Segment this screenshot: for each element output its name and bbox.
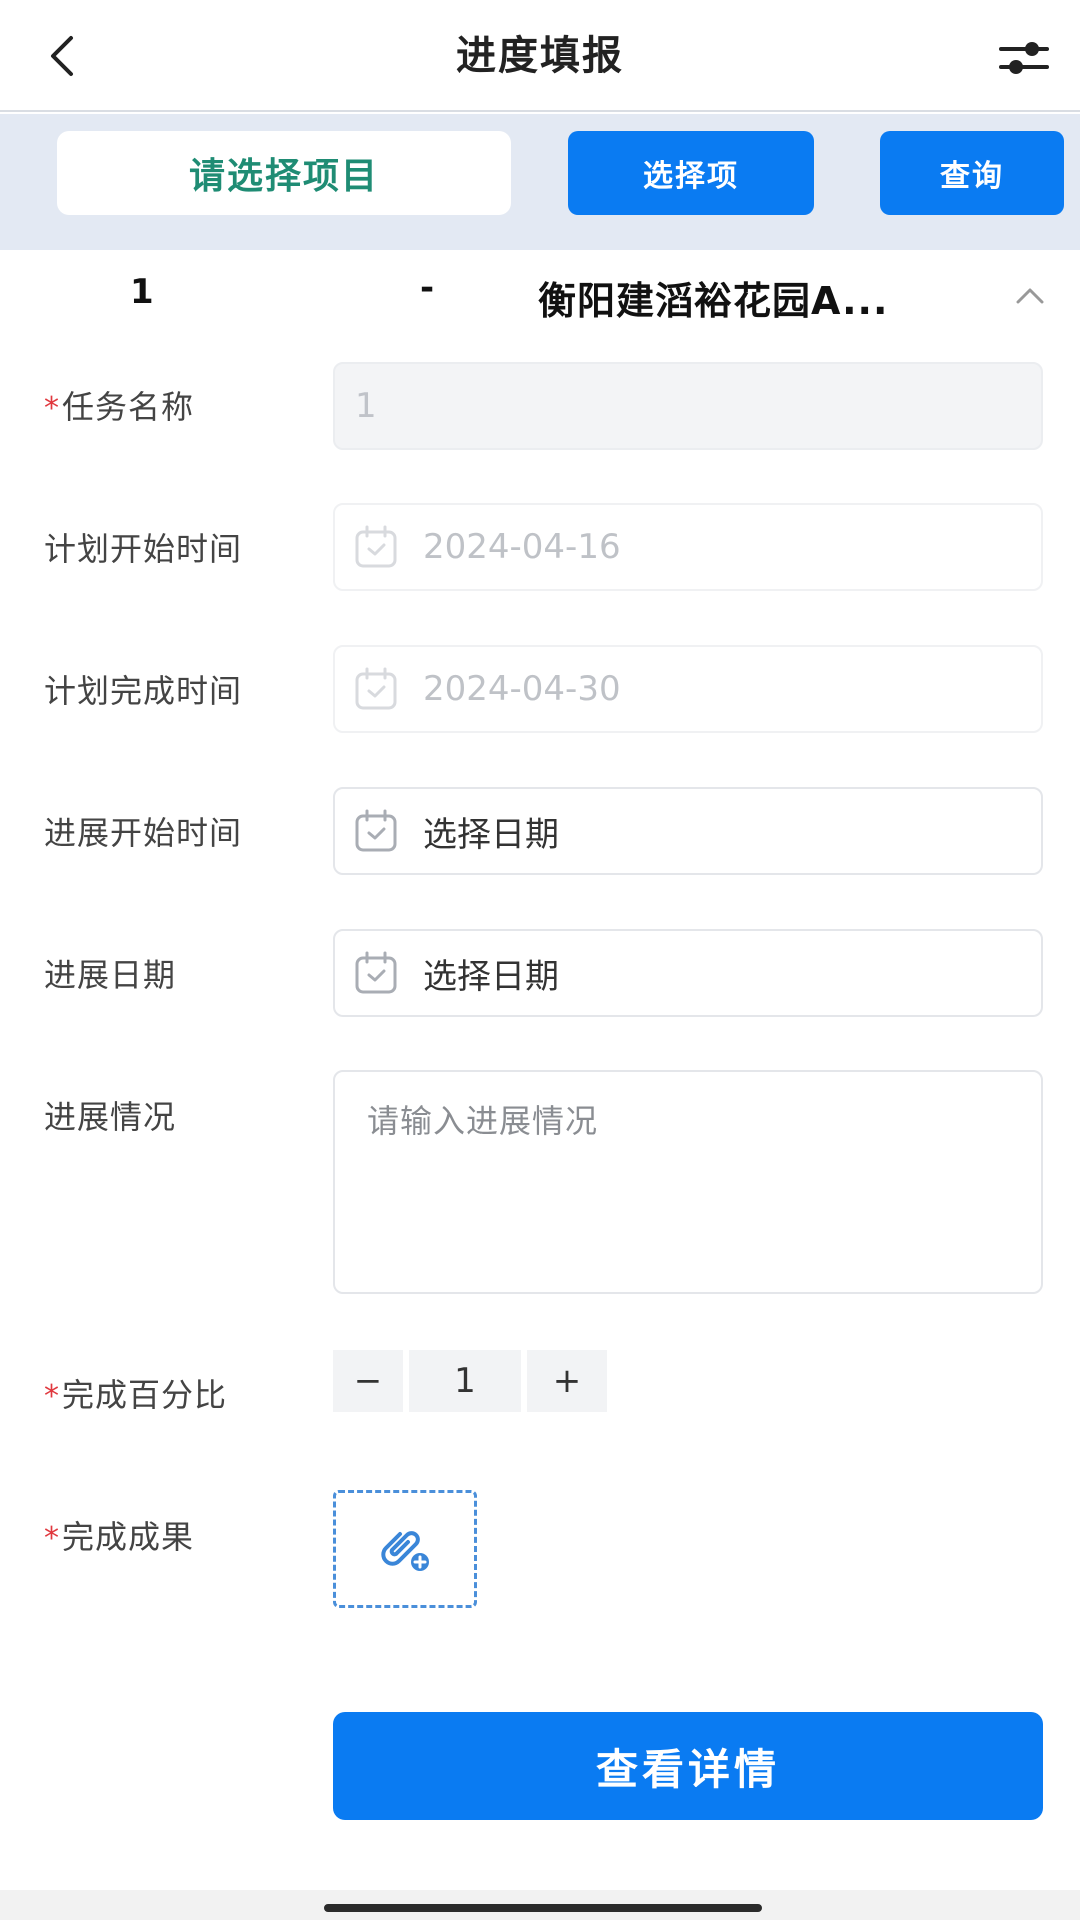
plan-end-field: 2024-04-30 xyxy=(333,645,1043,733)
task-separator: - xyxy=(420,268,435,308)
progress-report-page: 进度填报 请选择项目 选择项 查询 1 - 衡阳建滔裕花园A... *任务名称 … xyxy=(0,0,1080,1920)
progress-start-placeholder: 选择日期 xyxy=(423,814,559,855)
task-number: 1 xyxy=(130,272,154,312)
percent-stepper: − 1 + xyxy=(333,1350,607,1412)
progress-date-picker[interactable]: 选择日期 xyxy=(333,929,1043,1017)
plan-start-field: 2024-04-16 xyxy=(333,503,1043,591)
calendar-icon xyxy=(355,809,397,852)
task-name-field: 1 xyxy=(333,362,1043,450)
required-mark: * xyxy=(44,391,60,426)
plan-start-label: 计划开始时间 xyxy=(44,530,243,568)
task-project-name: 衡阳建滔裕花园A... xyxy=(538,279,889,323)
progress-status-label: 进展情况 xyxy=(44,1098,177,1136)
attachment-upload-button[interactable] xyxy=(333,1490,477,1608)
plan-start-value: 2024-04-16 xyxy=(423,527,621,567)
increment-button[interactable]: + xyxy=(527,1350,607,1412)
header: 进度填报 xyxy=(0,0,1080,112)
search-bar: 请选择项目 选择项 查询 xyxy=(0,114,1080,250)
plan-end-value: 2024-04-30 xyxy=(423,669,621,709)
plan-end-label: 计划完成时间 xyxy=(44,672,243,710)
progress-start-date-picker[interactable]: 选择日期 xyxy=(333,787,1043,875)
required-mark: * xyxy=(44,1379,60,1414)
sliders-icon xyxy=(999,42,1049,74)
page-title: 进度填报 xyxy=(456,33,624,79)
project-select-placeholder: 请选择项目 xyxy=(188,156,379,197)
query-label: 查询 xyxy=(940,159,1004,194)
home-indicator[interactable] xyxy=(324,1904,762,1912)
task-name-label: *任务名称 xyxy=(44,382,194,428)
task-name-label-text: 任务名称 xyxy=(62,388,195,426)
result-label-text: 完成成果 xyxy=(62,1518,195,1556)
required-mark: * xyxy=(44,1521,60,1556)
paperclip-add-icon xyxy=(381,1531,429,1571)
view-details-label: 查看详情 xyxy=(595,1744,780,1794)
task-header-row[interactable]: 1 - 衡阳建滔裕花园A... xyxy=(0,252,1080,344)
progress-date-placeholder: 选择日期 xyxy=(423,956,559,997)
percent-value[interactable]: 1 xyxy=(409,1350,521,1412)
calendar-icon xyxy=(355,667,397,710)
calendar-icon xyxy=(355,525,397,568)
progress-date-label: 进展日期 xyxy=(44,956,177,994)
select-item-button[interactable]: 选择项 xyxy=(568,131,814,215)
progress-start-label: 进展开始时间 xyxy=(44,814,243,852)
query-button[interactable]: 查询 xyxy=(880,131,1064,215)
percent-label: *完成百分比 xyxy=(44,1370,227,1416)
percent-label-text: 完成百分比 xyxy=(62,1376,228,1414)
decrement-button[interactable]: − xyxy=(333,1350,403,1412)
view-details-button[interactable]: 查看详情 xyxy=(333,1712,1043,1820)
select-item-label: 选择项 xyxy=(643,159,739,194)
filter-button[interactable] xyxy=(992,28,1056,88)
progress-status-textarea[interactable]: 请输入进展情况 xyxy=(333,1070,1043,1294)
chevron-up-icon[interactable] xyxy=(1010,276,1050,316)
task-name-value: 1 xyxy=(355,386,377,426)
calendar-icon xyxy=(355,951,397,994)
progress-status-placeholder: 请输入进展情况 xyxy=(367,1102,599,1140)
result-label: *完成成果 xyxy=(44,1512,194,1558)
project-select-input[interactable]: 请选择项目 xyxy=(57,131,511,215)
